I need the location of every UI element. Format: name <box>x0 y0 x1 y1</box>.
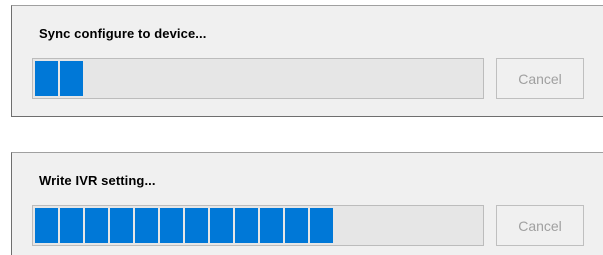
progress-block <box>85 208 108 243</box>
progress-message: Sync configure to device... <box>39 26 207 41</box>
progress-fill <box>35 61 83 96</box>
progress-fill <box>35 208 333 243</box>
progress-bar <box>32 205 484 246</box>
progress-block <box>310 208 333 243</box>
progress-block <box>60 208 83 243</box>
progress-block <box>260 208 283 243</box>
sync-progress-dialog: Sync configure to device... Cancel <box>11 5 603 117</box>
progress-block <box>35 61 58 96</box>
progress-block <box>35 208 58 243</box>
ivr-progress-dialog: Write IVR setting... Cancel <box>11 152 603 255</box>
progress-block <box>185 208 208 243</box>
cancel-button[interactable]: Cancel <box>496 205 584 246</box>
progress-block <box>135 208 158 243</box>
progress-message: Write IVR setting... <box>39 173 156 188</box>
progress-bar <box>32 58 484 99</box>
progress-block <box>160 208 183 243</box>
cancel-button[interactable]: Cancel <box>496 58 584 99</box>
progress-block <box>60 61 83 96</box>
progress-block <box>210 208 233 243</box>
progress-block <box>235 208 258 243</box>
progress-block <box>285 208 308 243</box>
progress-block <box>110 208 133 243</box>
